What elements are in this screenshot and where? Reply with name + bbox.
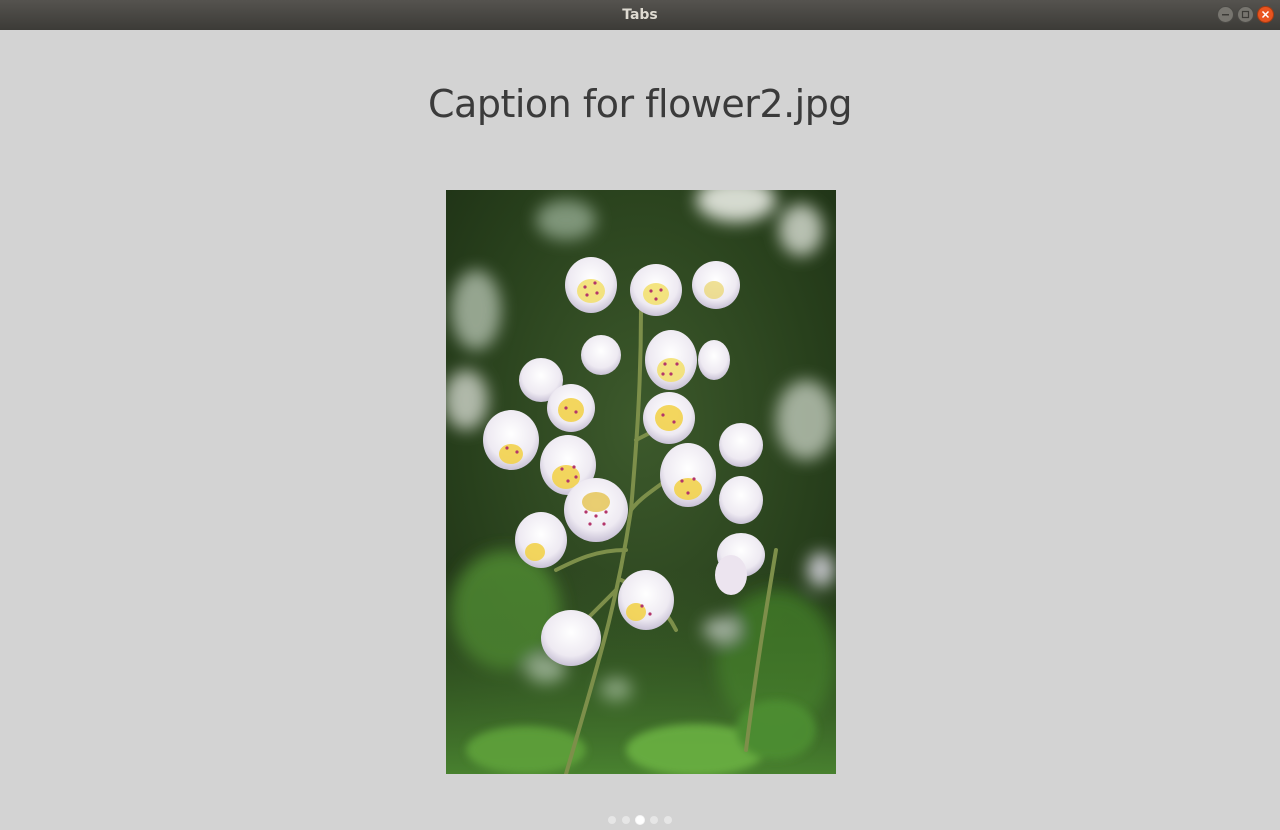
slide-image: [446, 190, 836, 774]
close-button[interactable]: [1257, 6, 1274, 23]
pagination-dot[interactable]: [650, 816, 658, 824]
minimize-icon: [1222, 14, 1229, 16]
minimize-button[interactable]: [1217, 6, 1234, 23]
title-bar[interactable]: Tabs: [0, 0, 1280, 30]
app-window: Tabs Caption for flower2.jpg: [0, 0, 1280, 830]
pagination-dot[interactable]: [664, 816, 672, 824]
window-controls: [1217, 6, 1274, 23]
slide-caption: Caption for flower2.jpg: [428, 82, 852, 126]
close-icon: [1261, 10, 1270, 19]
flower-photo: [446, 190, 836, 774]
pagination-dots: [0, 816, 1280, 824]
window-title: Tabs: [622, 7, 658, 23]
pagination-dot[interactable]: [608, 816, 616, 824]
pagination-dot[interactable]: [622, 816, 630, 824]
pagination-dot[interactable]: [636, 816, 644, 824]
maximize-icon: [1241, 10, 1250, 19]
maximize-button[interactable]: [1237, 6, 1254, 23]
